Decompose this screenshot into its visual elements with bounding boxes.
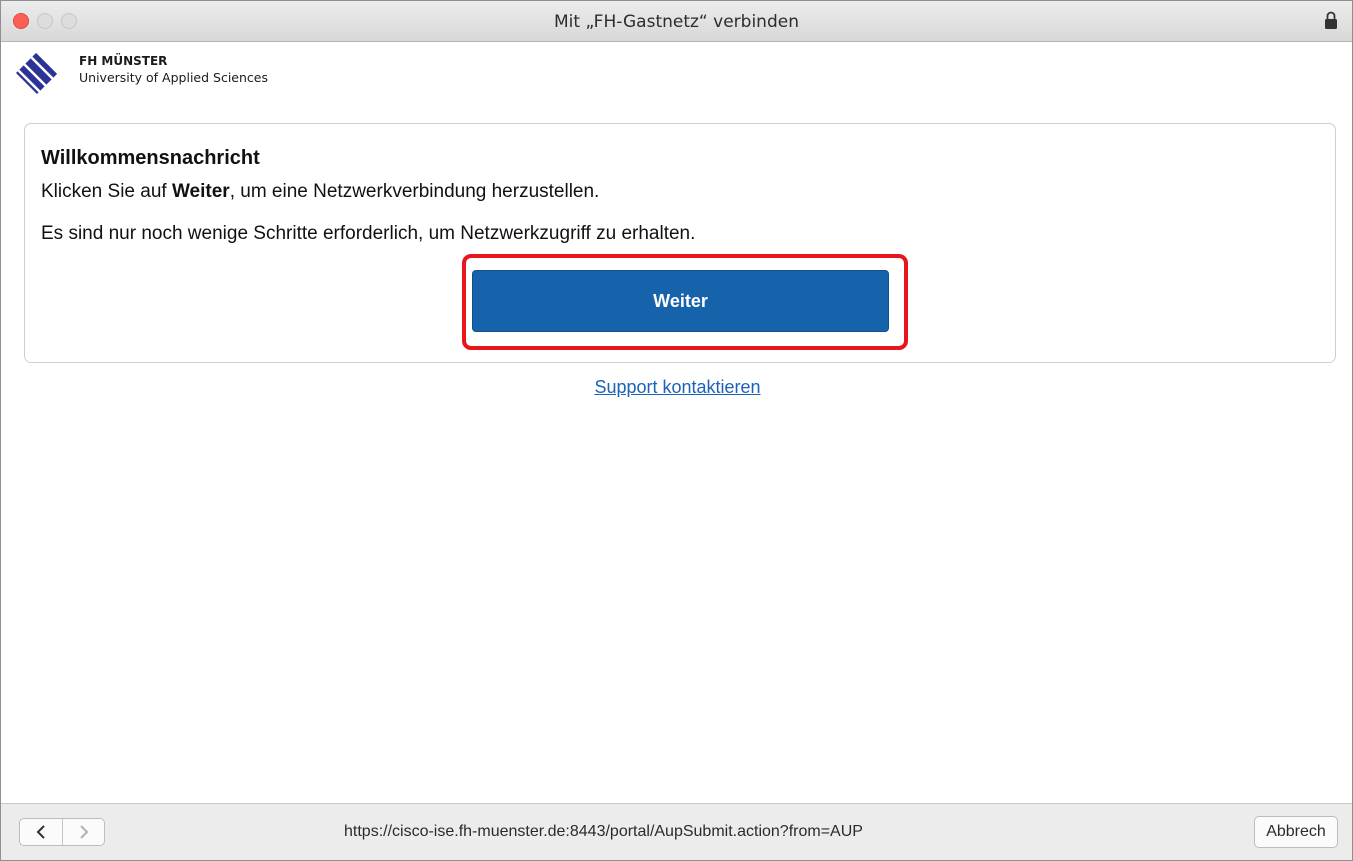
- fh-muenster-logo-icon: [16, 51, 59, 94]
- continue-button[interactable]: Weiter: [472, 270, 889, 332]
- chevron-right-icon: [80, 825, 89, 839]
- welcome-info: Es sind nur noch wenige Schritte erforde…: [41, 223, 696, 244]
- instruction-emphasis: Weiter: [171, 181, 230, 202]
- instruction-prefix: Klicken Sie auf: [41, 181, 172, 202]
- welcome-title: Willkommensnachricht: [41, 147, 260, 169]
- title-bar: Mit „FH-Gastnetz“ verbinden: [1, 1, 1352, 42]
- support-contact-link[interactable]: Support kontaktieren: [1, 377, 1352, 398]
- captive-portal-window: Mit „FH-Gastnetz“ verbinden FH MÜNSTER U…: [0, 0, 1353, 861]
- instruction-suffix: , um eine Netzwerkverbindung herzustelle…: [229, 181, 600, 202]
- lock-icon: [1325, 11, 1337, 29]
- cancel-button[interactable]: Abbrech: [1254, 816, 1338, 848]
- brand-subtitle: University of Applied Sciences: [79, 70, 268, 85]
- chevron-left-icon: [36, 825, 45, 839]
- welcome-instruction: Klicken Sie auf Weiter, um eine Netzwerk…: [41, 181, 599, 203]
- brand-name: FH MÜNSTER: [79, 54, 168, 68]
- navigation-buttons: [19, 818, 105, 846]
- window-title: Mit „FH-Gastnetz“ verbinden: [554, 12, 799, 32]
- bottom-toolbar: https://cisco-ise.fh-muenster.de:8443/po…: [1, 803, 1352, 860]
- back-button[interactable]: [20, 819, 63, 845]
- url-display: https://cisco-ise.fh-muenster.de:8443/po…: [344, 823, 863, 840]
- forward-button[interactable]: [63, 819, 104, 845]
